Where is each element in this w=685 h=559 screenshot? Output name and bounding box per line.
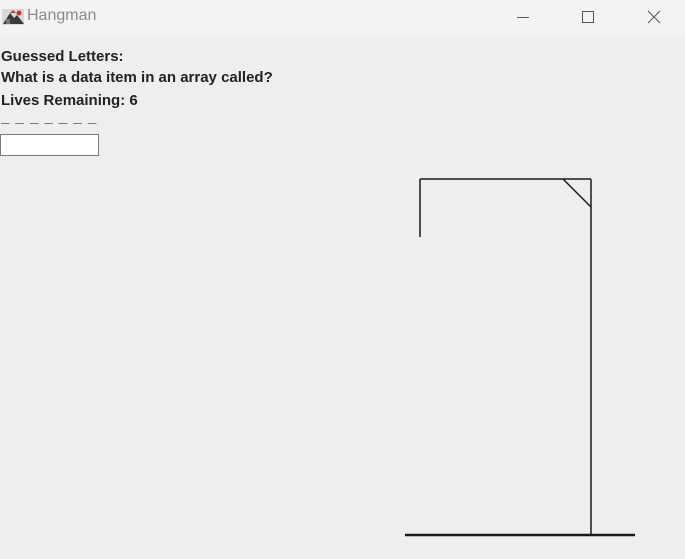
- minimize-icon: [517, 17, 529, 18]
- hangman-window: Hangman Guessed Letters: What is a data …: [0, 0, 685, 559]
- guessed-letters-label: Guessed Letters:: [1, 48, 124, 65]
- close-button[interactable]: [631, 0, 677, 34]
- window-title: Hangman: [27, 7, 97, 24]
- game-panel: Guessed Letters: What is a data item in …: [0, 36, 685, 559]
- word-blanks: _ _ _ _ _ _ _: [1, 112, 98, 124]
- minimize-button[interactable]: [500, 0, 546, 34]
- java-app-icon: [2, 9, 24, 25]
- maximize-icon: [582, 11, 594, 23]
- maximize-button[interactable]: [565, 0, 611, 34]
- question-label: What is a data item in an array called?: [1, 69, 273, 86]
- guess-input[interactable]: [0, 134, 99, 156]
- title-bar[interactable]: Hangman: [0, 0, 685, 36]
- lives-remaining-label: Lives Remaining: 6: [1, 92, 138, 109]
- close-icon: [647, 10, 661, 24]
